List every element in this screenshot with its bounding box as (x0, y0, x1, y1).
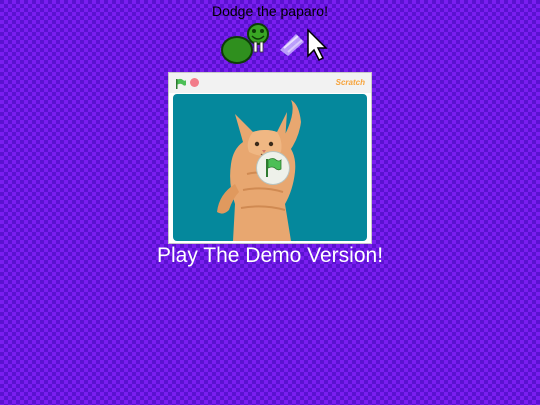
green-flag-icon (176, 78, 186, 89)
mouse-pointer-icon (307, 28, 328, 62)
green-flag-icon (266, 158, 282, 177)
player-toolbar: Scratch (169, 73, 371, 93)
stop-button[interactable] (190, 78, 199, 87)
stage[interactable] (173, 94, 367, 241)
game-logo (218, 20, 338, 66)
green-flag-button[interactable] (175, 77, 187, 89)
scratch-player: Scratch (168, 72, 372, 244)
scratch-brand-label: Scratch (335, 78, 365, 87)
sparkle-trail-icon (280, 34, 304, 56)
play-overlay-button[interactable] (257, 152, 289, 184)
page-title: Dodge the paparo! (212, 3, 328, 19)
turtle-walrus-icon (221, 23, 269, 64)
play-demo-link[interactable]: Play The Demo Version! (0, 244, 540, 268)
